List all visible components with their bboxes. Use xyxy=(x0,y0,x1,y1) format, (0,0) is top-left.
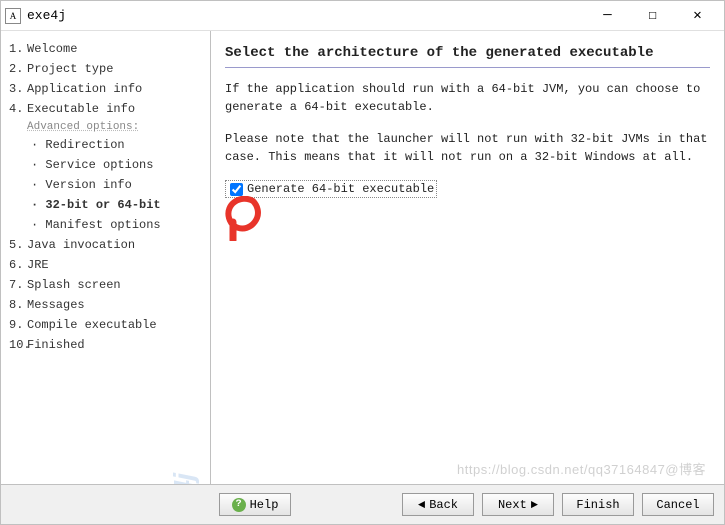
substep-version-info[interactable]: · Version info xyxy=(9,175,210,195)
step-project-type[interactable]: 2.Project type xyxy=(9,59,210,79)
app-window: A exe4j ─ ☐ ✕ 1.Welcome 2.Project type 3… xyxy=(0,0,725,525)
step-java-invocation[interactable]: 5.Java invocation xyxy=(9,235,210,255)
close-button[interactable]: ✕ xyxy=(675,2,720,30)
titlebar: A exe4j ─ ☐ ✕ xyxy=(1,1,724,31)
generate-64bit-checkbox[interactable] xyxy=(230,183,243,196)
step-splash-screen[interactable]: 7.Splash screen xyxy=(9,275,210,295)
body: 1.Welcome 2.Project type 3.Application i… xyxy=(1,31,724,484)
window-title: exe4j xyxy=(27,8,585,23)
step-executable-info[interactable]: 4.Executable info xyxy=(9,99,210,119)
generate-64bit-label: Generate 64-bit executable xyxy=(247,182,434,196)
footer: ? Help ◄ Back Next ► Finish Cancel xyxy=(1,484,724,524)
sidebar: 1.Welcome 2.Project type 3.Application i… xyxy=(1,31,211,484)
maximize-button[interactable]: ☐ xyxy=(630,2,675,30)
step-finished[interactable]: 10.Finished xyxy=(9,335,210,355)
description-1: If the application should run with a 64-… xyxy=(225,80,710,116)
sidebar-logo: exe4j xyxy=(168,474,200,484)
next-button[interactable]: Next ► xyxy=(482,493,554,516)
step-application-info[interactable]: 3.Application info xyxy=(9,79,210,99)
finish-button[interactable]: Finish xyxy=(562,493,634,516)
help-button[interactable]: ? Help xyxy=(219,493,291,516)
watermark: https://blog.csdn.net/qq37164847@博客 xyxy=(457,459,706,478)
substep-32-64-bit[interactable]: · 32-bit or 64-bit xyxy=(9,195,210,215)
generate-64bit-row[interactable]: Generate 64-bit executable xyxy=(225,180,437,198)
substep-service-options[interactable]: · Service options xyxy=(9,155,210,175)
cancel-button[interactable]: Cancel xyxy=(642,493,714,516)
step-compile-executable[interactable]: 9.Compile executable xyxy=(9,315,210,335)
minimize-button[interactable]: ─ xyxy=(585,2,630,30)
window-controls: ─ ☐ ✕ xyxy=(585,2,720,30)
advanced-options-label: Advanced options: xyxy=(9,119,210,135)
content-pane: Select the architecture of the generated… xyxy=(211,31,724,484)
substep-redirection[interactable]: · Redirection xyxy=(9,135,210,155)
substep-manifest-options[interactable]: · Manifest options xyxy=(9,215,210,235)
app-icon: A xyxy=(5,8,21,24)
help-icon: ? xyxy=(232,498,246,512)
divider xyxy=(225,67,710,68)
step-welcome[interactable]: 1.Welcome xyxy=(9,39,210,59)
back-button[interactable]: ◄ Back xyxy=(402,493,474,516)
page-heading: Select the architecture of the generated… xyxy=(225,45,710,61)
step-messages[interactable]: 8.Messages xyxy=(9,295,210,315)
description-2: Please note that the launcher will not r… xyxy=(225,130,710,166)
step-jre[interactable]: 6.JRE xyxy=(9,255,210,275)
